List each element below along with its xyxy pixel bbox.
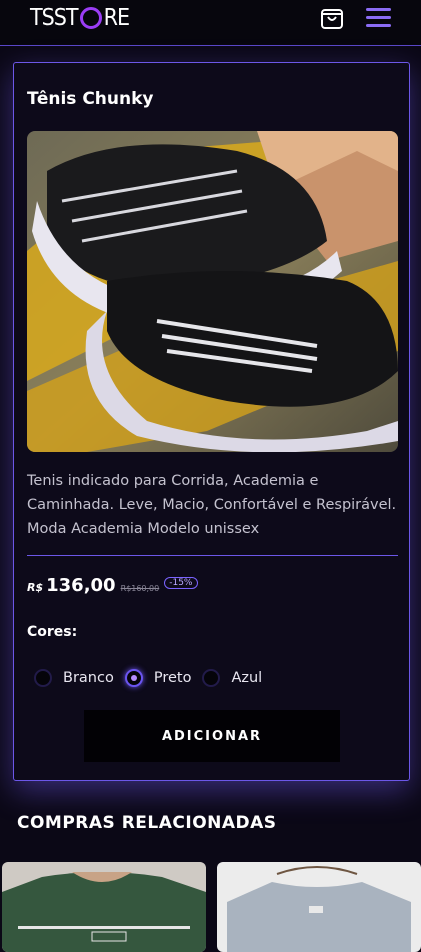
divider bbox=[27, 555, 398, 556]
color-label: Azul bbox=[231, 670, 263, 686]
color-option-preto[interactable]: Preto bbox=[124, 669, 192, 687]
radio-preto[interactable] bbox=[124, 669, 143, 687]
product-card: Tênis Chunky Tenis indicado para Corrida… bbox=[13, 62, 410, 781]
color-label: Branco bbox=[63, 670, 114, 686]
store-logo[interactable]: TSST RE bbox=[30, 3, 130, 33]
discount-badge: -15% bbox=[164, 577, 198, 589]
related-title: COMPRAS RELACIONADAS bbox=[17, 813, 277, 833]
related-product-card-2[interactable] bbox=[217, 862, 421, 952]
shopping-bag-icon[interactable] bbox=[319, 5, 345, 31]
logo-ring bbox=[79, 7, 102, 29]
color-option-branco[interactable]: Branco bbox=[34, 669, 114, 687]
related-product-card-1[interactable] bbox=[2, 862, 206, 952]
color-options: Branco Preto Azul bbox=[34, 669, 273, 687]
price-currency: R$ bbox=[27, 581, 44, 594]
product-description: Tenis indicado para Corrida, Academia e … bbox=[27, 473, 397, 537]
price-value: 136,00 bbox=[46, 575, 116, 596]
add-to-cart-button[interactable]: ADICIONAR bbox=[84, 710, 340, 762]
old-price: R$160,00 bbox=[120, 584, 160, 593]
radio-branco[interactable] bbox=[34, 669, 52, 687]
hamburger-menu-icon[interactable] bbox=[366, 7, 391, 29]
price-row: R$ 136,00 R$160,00 -15% bbox=[27, 575, 198, 596]
top-navbar: TSST RE bbox=[0, 0, 421, 46]
color-option-azul[interactable]: Azul bbox=[202, 669, 262, 687]
product-title: Tênis Chunky bbox=[27, 89, 154, 109]
product-image bbox=[27, 131, 398, 452]
color-label: Preto bbox=[153, 670, 192, 686]
radio-azul[interactable] bbox=[202, 669, 221, 687]
colors-label: Cores: bbox=[27, 624, 78, 640]
